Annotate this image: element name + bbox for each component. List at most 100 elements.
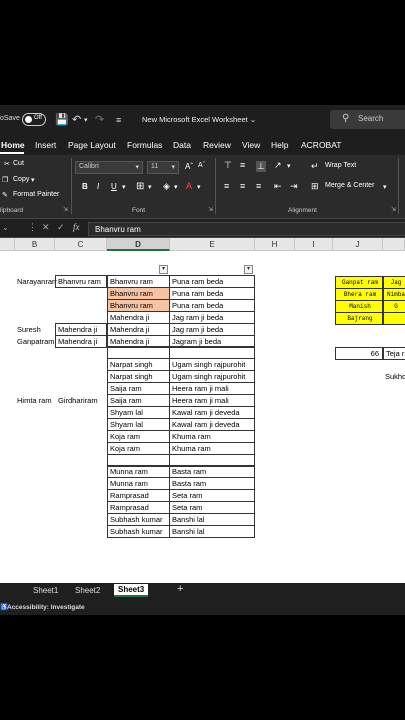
cell-k-teja[interactable]: Teja r (383, 347, 405, 360)
decrease-indent-icon[interactable]: ⇤ (274, 181, 282, 192)
cell-b-suresh[interactable]: Suresh (15, 324, 55, 336)
cell-c-bhanvru[interactable]: Bhanvru ram (55, 275, 107, 288)
autosave-toggle[interactable]: Off (22, 113, 46, 126)
tab-data[interactable]: Data (173, 140, 191, 150)
format-painter-icon[interactable]: ✎ (2, 191, 8, 199)
clipboard-launcher-icon[interactable]: ⇲ (63, 206, 68, 213)
align-middle-icon[interactable]: ≡ (240, 160, 245, 170)
copy-dropdown-icon[interactable]: ▾ (31, 176, 35, 184)
fill-color-dropdown-icon[interactable]: ▾ (174, 183, 178, 191)
align-bottom-icon[interactable]: ⊥ (256, 161, 266, 172)
underline-button[interactable]: U (111, 182, 117, 191)
formula-input[interactable]: Bhanvru ram (88, 222, 405, 236)
italic-button[interactable]: I (97, 182, 99, 191)
wrap-text-button[interactable]: Wrap Text (325, 162, 356, 169)
name-box-dropdown-icon[interactable]: ⌄ (2, 223, 9, 232)
copy-icon[interactable]: ❐ (2, 176, 8, 184)
cell-b-ganpatram[interactable]: Ganpatram (15, 336, 55, 348)
corner-header[interactable] (0, 238, 15, 251)
cell-c-girdhari[interactable]: Girdhariram (56, 395, 108, 407)
align-center-icon[interactable]: ≡ (240, 181, 245, 191)
tab-formulas[interactable]: Formulas (127, 140, 162, 150)
accessibility-status[interactable]: Accessibility: Investigate (7, 604, 85, 611)
fx-icon[interactable]: fx (73, 222, 80, 232)
cut-icon[interactable]: ✂ (4, 160, 10, 168)
cell-k-yellow[interactable] (383, 312, 405, 325)
copy-button[interactable]: Copy (13, 176, 29, 183)
orientation-icon[interactable]: ↗ (274, 160, 282, 171)
cell-d-row[interactable]: Subhash kumar (107, 524, 170, 538)
cancel-icon[interactable]: ✕ (42, 222, 50, 233)
filter-dropdown-d[interactable]: ▾ (159, 265, 168, 274)
column-header-c[interactable]: C (55, 238, 107, 251)
align-right-icon[interactable]: ≡ (256, 181, 261, 191)
fill-color-icon[interactable]: ◈ (163, 181, 170, 192)
filter-dropdown-e[interactable]: ▾ (244, 265, 253, 274)
borders-icon[interactable]: ⊞ (136, 181, 144, 192)
alignment-launcher-icon[interactable]: ⇲ (391, 206, 396, 213)
search-box[interactable]: ⚲ Search (330, 110, 405, 129)
options-icon[interactable]: ⋮ (28, 222, 37, 233)
wrap-text-icon[interactable]: ↵ (311, 161, 319, 172)
font-group-label: Font (132, 207, 146, 214)
font-color-icon[interactable]: A (186, 181, 192, 191)
format-painter-button[interactable]: Format Painter (13, 191, 59, 198)
add-sheet-icon[interactable]: + (177, 583, 183, 595)
font-size-select[interactable]: 11 ▾ (147, 161, 179, 174)
align-top-icon[interactable]: ⊤ (224, 160, 232, 171)
cell-e-row[interactable]: Banshi lal (169, 524, 255, 538)
undo-icon[interactable]: ↶ (72, 113, 81, 126)
merge-center-icon[interactable]: ⊞ (311, 181, 319, 192)
title-bar: oSave Off 💾 ↶ ▾ ↷ ≡ New Microsoft Excel … (0, 105, 405, 135)
column-header-k[interactable] (383, 238, 405, 251)
alignment-group-label: Alignment (288, 207, 317, 214)
tab-review[interactable]: Review (203, 140, 231, 150)
borders-dropdown-icon[interactable]: ▾ (148, 183, 152, 191)
enter-icon[interactable]: ✓ (57, 222, 65, 233)
column-header-e[interactable]: E (170, 238, 255, 251)
ribbon-tabs: Home Insert Page Layout Formulas Data Re… (0, 135, 405, 155)
tab-view[interactable]: View (242, 140, 260, 150)
decrease-font-icon[interactable]: Aˇ (198, 162, 205, 169)
cut-button[interactable]: Cut (13, 160, 24, 167)
increase-indent-icon[interactable]: ⇥ (290, 181, 298, 192)
font-color-dropdown-icon[interactable]: ▾ (197, 183, 201, 191)
customize-toolbar-icon[interactable]: ≡ (116, 115, 121, 125)
cell-j-number[interactable]: 66 (335, 347, 383, 360)
tab-page-layout[interactable]: Page Layout (68, 140, 116, 150)
merge-center-button[interactable]: Merge & Center (325, 182, 374, 189)
column-header-i[interactable]: I (295, 238, 333, 251)
column-header-h[interactable]: H (255, 238, 295, 251)
search-icon: ⚲ (342, 113, 350, 124)
orientation-dropdown-icon[interactable]: ▾ (287, 162, 291, 170)
redo-icon[interactable]: ↷ (95, 113, 104, 126)
column-header-j[interactable]: J (333, 238, 383, 251)
font-name-select[interactable]: Calibri ▾ (75, 161, 143, 174)
cell-k-sukh[interactable]: Sukhd (383, 371, 405, 383)
tab-home[interactable]: Home (1, 140, 25, 150)
font-size-value: 11 (151, 163, 159, 170)
ribbon: ✂ Cut ❐ Copy ▾ ✎ Format Painter lipboard… (0, 155, 405, 218)
tab-acrobat[interactable]: ACROBAT (301, 140, 341, 150)
column-header-b[interactable]: B (15, 238, 55, 251)
cell-j-yellow[interactable]: Bajrang (335, 312, 383, 325)
increase-font-icon[interactable]: Aˆ (185, 162, 193, 171)
save-icon[interactable]: 💾 (55, 113, 69, 126)
cell-b-himta[interactable]: Himta ram (15, 395, 57, 407)
bold-button[interactable]: B (82, 182, 88, 191)
column-header-d[interactable]: D (107, 238, 170, 251)
document-title[interactable]: New Microsoft Excel Worksheet ⌄ (142, 115, 256, 124)
sheet-tab-2[interactable]: Sheet2 (75, 586, 100, 595)
tab-insert[interactable]: Insert (35, 140, 56, 150)
align-left-icon[interactable]: ≡ (224, 181, 229, 191)
cell-c-mahendra-2[interactable]: Mahendra ji (55, 335, 107, 348)
underline-dropdown-icon[interactable]: ▾ (122, 183, 126, 191)
merge-dropdown-icon[interactable]: ▾ (383, 183, 387, 191)
sheet-tab-1[interactable]: Sheet1 (33, 586, 58, 595)
tab-help[interactable]: Help (271, 140, 288, 150)
cell-b-narayanram[interactable]: Narayanram (15, 276, 57, 288)
sheet-tab-3[interactable]: Sheet3 (114, 584, 149, 597)
spreadsheet-grid: B C D E H I J ▾ ▾ Narayanram Bhanvru ram… (0, 238, 405, 583)
font-launcher-icon[interactable]: ⇲ (208, 206, 213, 213)
undo-dropdown-icon[interactable]: ▾ (84, 116, 88, 124)
